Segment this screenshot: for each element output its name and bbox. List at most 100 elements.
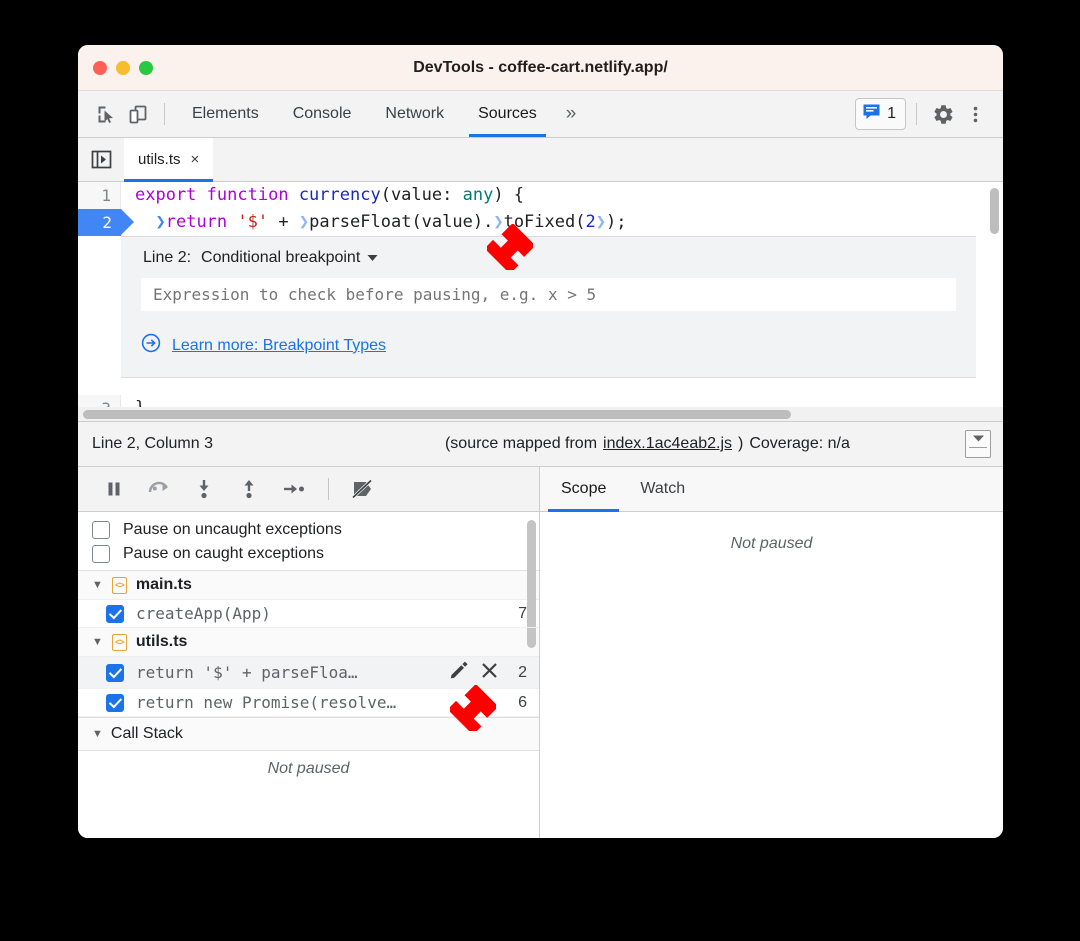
breakpoint-snippet: return '$' + parseFloa… (136, 663, 358, 682)
editor-vertical-scrollbar[interactable] (990, 188, 999, 234)
vertical-dots-icon[interactable] (959, 99, 991, 129)
code-line-1: 1 export function currency(value: any) { (78, 182, 1003, 209)
scope-watch-tabs: Scope Watch (540, 467, 1003, 512)
close-x-icon[interactable] (480, 661, 499, 684)
breakpoints-scrollbar[interactable] (527, 520, 536, 648)
pause-on-caught-exceptions-row[interactable]: Pause on caught exceptions (78, 542, 539, 566)
breakpoint-row-actions (449, 661, 499, 684)
breakpoint-expression-input[interactable]: Expression to check before pausing, e.g.… (141, 278, 956, 311)
breakpoints-pane: Pause on uncaught exceptions Pause on ca… (78, 467, 540, 838)
line-number-breakpoint[interactable]: 2 (78, 209, 134, 236)
chevron-down-icon[interactable]: ▼ (92, 636, 103, 648)
devtools-window: DevTools - coffee-cart.netlify.app/ Elem… (78, 45, 1003, 838)
debugger-toolbar (78, 467, 539, 512)
step-out-button[interactable] (229, 473, 269, 505)
pencil-edit-icon[interactable] (449, 661, 468, 684)
breakpoint-line-number: 7 (518, 604, 527, 622)
chevron-down-icon[interactable]: ▼ (92, 579, 103, 591)
source-editor: 1 export function currency(value: any) {… (78, 182, 1003, 421)
debugger-area: Pause on uncaught exceptions Pause on ca… (78, 467, 1003, 838)
minimize-window-button[interactable] (116, 60, 130, 75)
inspect-cursor-icon[interactable] (90, 99, 122, 129)
tab-elements[interactable]: Elements (175, 91, 276, 137)
step-button[interactable] (274, 473, 314, 505)
cursor-position: Line 2, Column 3 (92, 435, 213, 452)
breakpoint-type-label: Conditional breakpoint (201, 249, 361, 266)
editor-status-bar: Line 2, Column 3 (source mapped from ind… (78, 421, 1003, 467)
editor-horizontal-scrollbar[interactable] (78, 407, 1003, 421)
arrow-circle-icon (141, 333, 161, 358)
code-area[interactable]: 1 export function currency(value: any) {… (78, 182, 1003, 421)
chevron-down-icon[interactable]: ▼ (92, 728, 103, 740)
breakpoint-type-dropdown[interactable]: Conditional breakpoint (201, 249, 378, 267)
pause-caught-checkbox[interactable] (92, 545, 110, 563)
window-title: DevTools - coffee-cart.netlify.app/ (413, 58, 668, 76)
code-line-text: ❯return '$' + ❯parseFloat(value).❯toFixe… (155, 212, 627, 232)
more-tabs-button[interactable]: » (554, 91, 589, 137)
close-icon[interactable]: × (191, 151, 200, 168)
source-map-suffix: ) (738, 435, 744, 452)
scope-watch-pane: Scope Watch Not paused (540, 467, 1003, 838)
popout-underline (969, 447, 987, 448)
debugger-divider (328, 478, 329, 500)
call-stack-section-header[interactable]: ▼ Call Stack (78, 717, 539, 751)
toolbar-right-group: 1 (855, 98, 991, 130)
file-tab-label: utils.ts (138, 151, 181, 168)
code-line-text: export function currency(value: any) { (135, 185, 525, 205)
line-number[interactable]: 1 (78, 182, 121, 209)
breakpoint-row[interactable]: return new Promise(resolve… 6 (78, 689, 539, 717)
popout-dropdown-icon[interactable] (965, 430, 991, 458)
show-navigator-icon[interactable] (78, 138, 124, 181)
source-map-info: (source mapped from index.1ac4eab2.js) C… (445, 435, 850, 453)
pause-on-exception-options: Pause on uncaught exceptions Pause on ca… (78, 512, 539, 571)
learn-more-link[interactable]: Learn more: Breakpoint Types (172, 337, 386, 355)
breakpoint-group-main-ts[interactable]: ▼ <> main.ts (78, 571, 539, 600)
code-line-2: 2 ❯return '$' + ❯parseFloat(value).❯toFi… (78, 209, 1003, 236)
breakpoint-line-number: 2 (518, 663, 527, 681)
step-into-button[interactable] (184, 473, 224, 505)
breakpoint-group-utils-ts[interactable]: ▼ <> utils.ts (78, 628, 539, 657)
breakpoint-editor-header: Line 2: Conditional breakpoint (121, 249, 976, 278)
zoom-window-button[interactable] (139, 60, 153, 75)
tab-watch[interactable]: Watch (623, 467, 702, 511)
gear-icon[interactable] (927, 99, 959, 129)
tab-sources[interactable]: Sources (461, 91, 554, 137)
pause-script-execution-button[interactable] (94, 473, 134, 505)
issues-badge[interactable]: 1 (855, 98, 906, 130)
breakpoint-group-label: utils.ts (135, 633, 188, 650)
breakpoint-row[interactable]: return '$' + parseFloa… 2 (78, 657, 539, 689)
coverage-status: Coverage: n/a (749, 435, 850, 452)
issues-count: 1 (887, 105, 896, 122)
devtools-toolbar: Elements Console Network Sources » 1 (78, 91, 1003, 138)
tab-console[interactable]: Console (276, 91, 369, 137)
tab-network[interactable]: Network (368, 91, 461, 137)
breakpoint-enabled-checkbox[interactable] (106, 604, 124, 623)
call-stack-label: Call Stack (110, 725, 183, 742)
file-tab-utils-ts[interactable]: utils.ts × (124, 138, 214, 182)
pause-uncaught-checkbox[interactable] (92, 521, 110, 539)
breakpoint-enabled-checkbox[interactable] (106, 663, 124, 682)
script-file-icon: <> (111, 576, 127, 594)
step-over-button[interactable] (139, 473, 179, 505)
source-file-tabs: utils.ts × (78, 138, 1003, 182)
breakpoint-learn-more: Learn more: Breakpoint Types (121, 311, 976, 377)
breakpoints-list: Pause on uncaught exceptions Pause on ca… (78, 512, 539, 838)
toolbar-divider (164, 103, 165, 125)
pause-on-uncaught-exceptions-row[interactable]: Pause on uncaught exceptions (78, 518, 539, 542)
chevron-down-icon (367, 249, 378, 267)
device-toolbar-icon[interactable] (122, 99, 154, 129)
scrollbar-thumb[interactable] (83, 410, 791, 419)
issues-message-icon (862, 102, 881, 126)
script-file-icon: <> (111, 633, 127, 651)
breakpoint-row[interactable]: createApp(App) 7 (78, 600, 539, 628)
close-window-button[interactable] (93, 60, 107, 75)
deactivate-breakpoints-button[interactable] (343, 473, 383, 505)
pause-caught-label: Pause on caught exceptions (123, 545, 325, 562)
source-map-file-link[interactable]: index.1ac4eab2.js (603, 435, 732, 453)
breakpoint-snippet: return new Promise(resolve… (136, 693, 397, 712)
breakpoint-snippet: createApp(App) (136, 604, 271, 623)
tab-scope[interactable]: Scope (544, 467, 623, 512)
breakpoint-enabled-checkbox[interactable] (106, 693, 124, 712)
breakpoint-line-number: 6 (518, 693, 527, 711)
breakpoint-editor-popup: Line 2: Conditional breakpoint Expressio… (121, 236, 976, 378)
